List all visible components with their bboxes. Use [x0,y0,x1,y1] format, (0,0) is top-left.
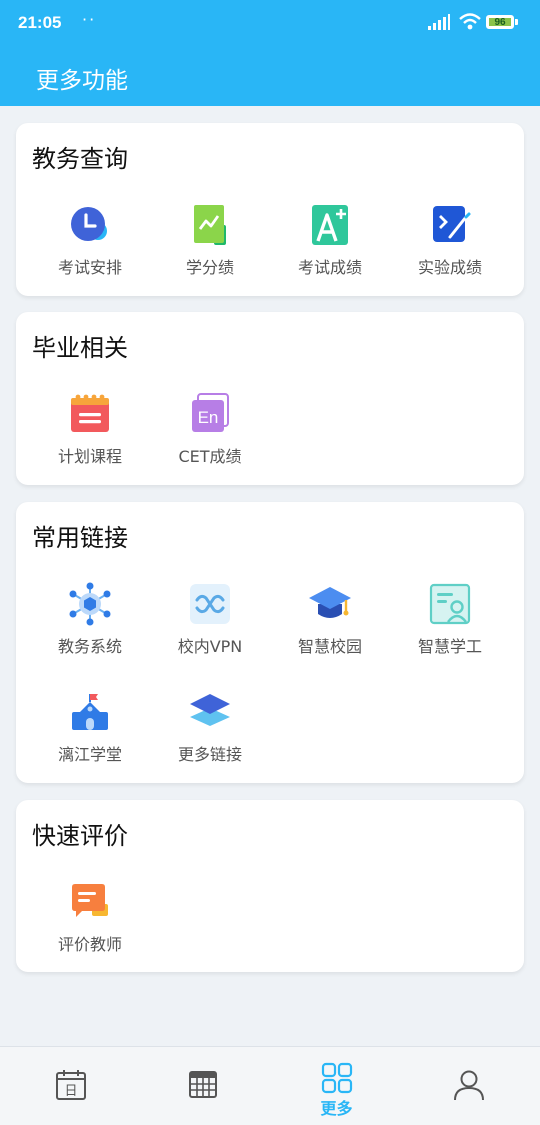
vpn-link-icon [188,582,232,626]
item-label: 学分绩 [185,258,234,277]
section-academic-query: 教务查询 考试安排 学分绩 考试成绩 实验成绩 [16,123,524,296]
lab-grades-button[interactable]: 实验成绩 [390,199,510,289]
section-title: 常用链接 [32,524,128,552]
section-quick-evaluation: 快速评价 评价教师 [16,800,524,972]
cet-en-icon: En [188,392,232,436]
svg-text:En: En [198,408,219,427]
school-building-icon [68,690,112,734]
chart-icon [188,203,232,247]
status-bar: 21:05 ·· 96 [0,0,540,48]
more-links-button[interactable]: 更多链接 [150,686,270,776]
item-label: 考试安排 [57,258,122,277]
item-label: 考试成绩 [297,258,362,277]
comment-icon [68,880,112,924]
evaluate-teachers-button[interactable]: 评价教师 [30,876,150,966]
wifi-icon [459,13,481,30]
item-label: 教务系统 [57,637,122,656]
item-label: CET成绩 [178,447,242,466]
tab-today[interactable]: 日 [3,1047,138,1125]
status-time: 21:05 [18,13,62,32]
plan-calendar-icon [68,392,112,436]
calendar-day-icon: 日 [56,1070,86,1100]
graduation-cap-icon [308,582,352,626]
layers-icon [188,690,232,734]
grade-a-plus-icon [308,203,352,247]
item-label: 计划课程 [57,447,122,466]
clock-icon [68,203,112,247]
app-bar: 更多功能 [0,48,540,106]
bottom-navigation: 日 更多 [0,1046,540,1125]
section-title: 教务查询 [32,145,128,173]
notification-dots: ·· [82,10,97,29]
tab-profile[interactable] [401,1047,536,1125]
lijiang-classroom-button[interactable]: 漓江学堂 [30,686,150,776]
item-label: 漓江学堂 [57,745,122,764]
planned-courses-button[interactable]: 计划课程 [30,388,150,478]
academic-system-button[interactable]: 教务系统 [30,578,150,668]
experiment-icon [428,203,472,247]
grid-apps-icon [321,1062,353,1094]
tab-more-label: 更多 [320,1099,353,1118]
exam-schedule-button[interactable]: 考试安排 [30,199,150,289]
item-label: 校内VPN [177,637,243,656]
campus-vpn-button[interactable]: 校内VPN [150,578,270,668]
credit-gpa-button[interactable]: 学分绩 [150,199,270,289]
item-label: 更多链接 [177,745,242,764]
timetable-icon [189,1071,217,1098]
svg-text:日: 日 [64,1084,77,1099]
id-card-icon [428,582,472,626]
user-icon [454,1070,484,1101]
item-label: 实验成绩 [417,258,482,277]
battery-icon: 96 [486,15,514,29]
page-title: 更多功能 [36,68,128,94]
signal-icon [428,14,450,30]
section-title: 毕业相关 [32,334,128,362]
section-graduation: 毕业相关 计划课程 En CET成绩 [16,312,524,485]
battery-level: 96 [489,18,511,28]
section-common-links: 常用链接 教务系统 校内VPN 智慧校园 智慧学工 漓江学堂 更多链接 [16,502,524,783]
network-hub-icon [68,582,112,626]
item-label: 智慧校园 [297,637,362,656]
section-title: 快速评价 [32,822,128,850]
tab-timetable[interactable] [135,1047,270,1125]
exam-grades-button[interactable]: 考试成绩 [270,199,390,289]
cet-grades-button[interactable]: En CET成绩 [150,388,270,478]
smart-campus-button[interactable]: 智慧校园 [270,578,390,668]
item-label: 评价教师 [57,935,122,954]
item-label: 智慧学工 [417,637,482,656]
smart-student-affairs-button[interactable]: 智慧学工 [390,578,510,668]
tab-more[interactable]: 更多 [269,1047,404,1125]
